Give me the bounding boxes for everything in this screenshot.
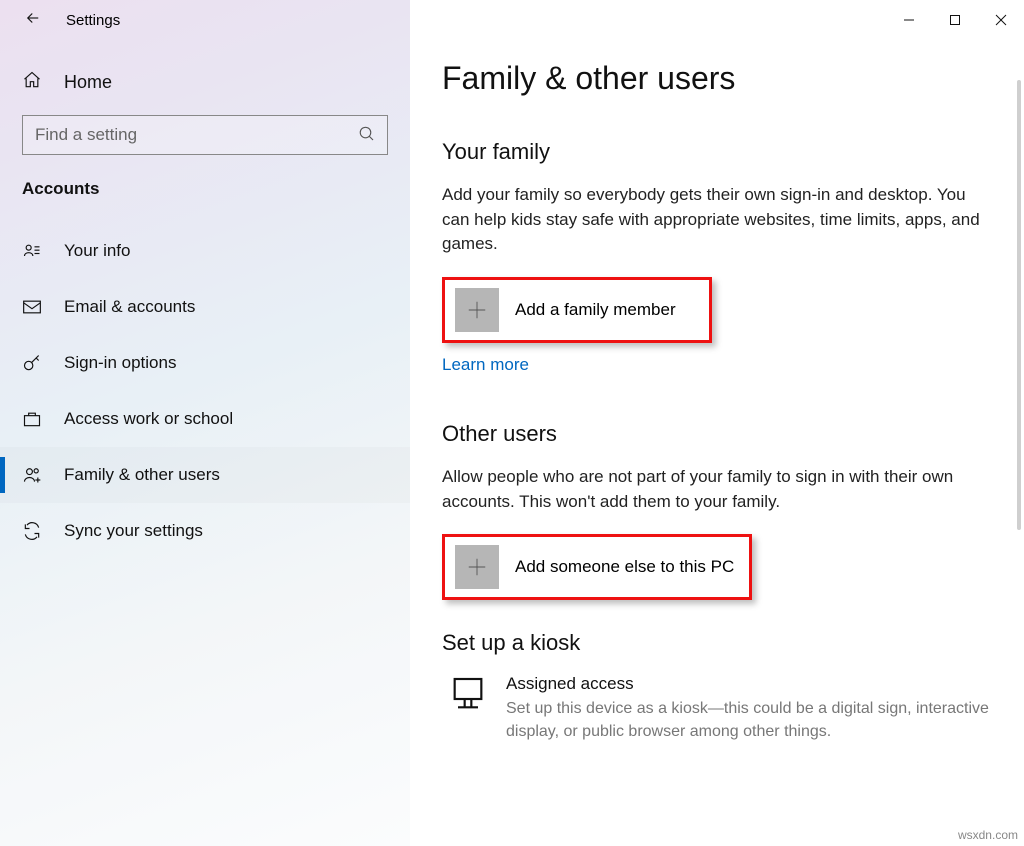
sync-icon: [22, 521, 42, 541]
watermark: wsxdn.com: [958, 828, 1018, 842]
sidebar-item-sync[interactable]: Sync your settings: [0, 503, 410, 559]
person-card-icon: [22, 241, 42, 261]
page-title: Family & other users: [442, 60, 996, 97]
sidebar-item-label: Email & accounts: [64, 297, 195, 317]
window-controls: [886, 4, 1024, 36]
home-button[interactable]: Home: [0, 70, 410, 115]
home-icon: [22, 70, 42, 95]
plus-icon: [455, 545, 499, 589]
add-other-label: Add someone else to this PC: [515, 557, 734, 577]
family-title: Your family: [442, 139, 996, 165]
add-family-label: Add a family member: [515, 300, 676, 320]
others-title: Other users: [442, 421, 996, 447]
minimize-button[interactable]: [886, 4, 932, 36]
sidebar-item-label: Sync your settings: [64, 521, 203, 541]
sidebar-item-label: Your info: [64, 241, 130, 261]
search-input[interactable]: [22, 115, 388, 155]
assigned-access-button[interactable]: Assigned access Set up this device as a …: [442, 674, 996, 743]
add-family-member-button[interactable]: Add a family member: [442, 277, 712, 343]
mail-icon: [22, 297, 42, 317]
sidebar-item-label: Sign-in options: [64, 353, 176, 373]
briefcase-icon: [22, 409, 42, 429]
home-label: Home: [64, 72, 112, 93]
kiosk-item-title: Assigned access: [506, 674, 996, 694]
scrollbar[interactable]: [1017, 80, 1021, 530]
kiosk-icon: [448, 674, 488, 743]
sidebar-item-label: Access work or school: [64, 409, 233, 429]
kiosk-item-desc: Set up this device as a kiosk—this could…: [506, 698, 996, 743]
window-title: Settings: [66, 12, 120, 29]
sidebar-item-work[interactable]: Access work or school: [0, 391, 410, 447]
back-button[interactable]: [24, 9, 42, 32]
category-label: Accounts: [0, 179, 410, 223]
titlebar: Settings: [0, 0, 1024, 40]
settings-window: Settings Home Accounts Your info: [0, 0, 1024, 846]
others-desc: Allow people who are not part of your fa…: [442, 465, 996, 514]
sidebar-item-signin[interactable]: Sign-in options: [0, 335, 410, 391]
sidebar-item-your-info[interactable]: Your info: [0, 223, 410, 279]
close-button[interactable]: [978, 4, 1024, 36]
add-other-user-button[interactable]: Add someone else to this PC: [442, 534, 752, 600]
sidebar-item-label: Family & other users: [64, 465, 220, 485]
arrow-left-icon: [24, 9, 42, 27]
people-plus-icon: [22, 465, 42, 485]
sidebar-item-family[interactable]: Family & other users: [0, 447, 410, 503]
kiosk-title: Set up a kiosk: [442, 630, 996, 656]
search-icon: [358, 125, 376, 148]
sidebar: Home Accounts Your info Email & accounts…: [0, 0, 410, 846]
main-content: Family & other users Your family Add you…: [410, 0, 1024, 846]
plus-icon: [455, 288, 499, 332]
family-desc: Add your family so everybody gets their …: [442, 183, 996, 257]
key-icon: [22, 353, 42, 373]
nav-list: Your info Email & accounts Sign-in optio…: [0, 223, 410, 559]
learn-more-link[interactable]: Learn more: [442, 355, 529, 375]
maximize-button[interactable]: [932, 4, 978, 36]
sidebar-item-email[interactable]: Email & accounts: [0, 279, 410, 335]
search-wrap: [22, 115, 388, 155]
